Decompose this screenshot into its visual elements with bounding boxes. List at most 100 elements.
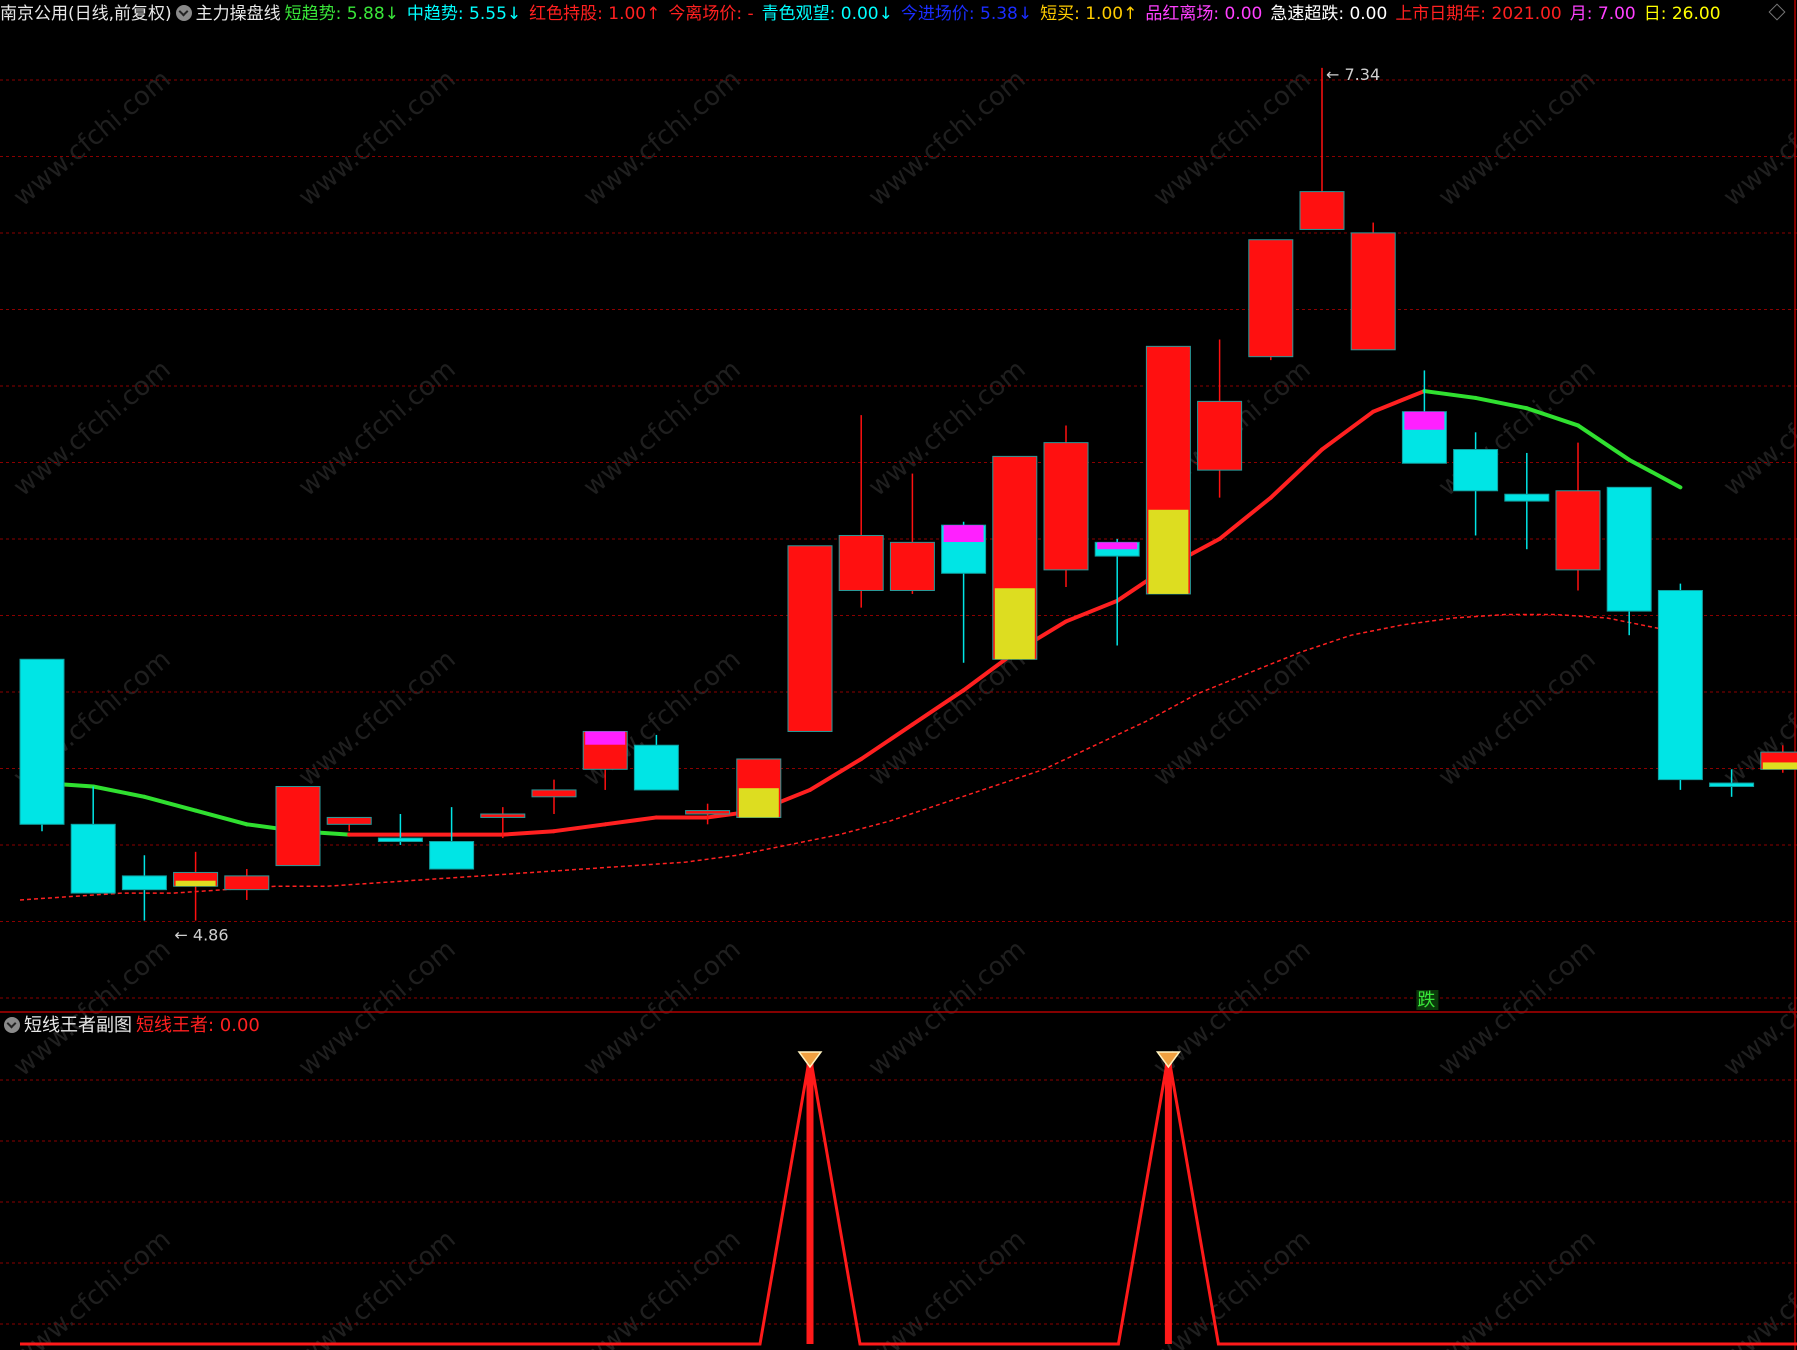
- candle-body: [1299, 191, 1345, 230]
- watermark-text: www.cfchi.com: [293, 644, 462, 792]
- sub-indicator-toggle-icon[interactable]: [4, 1017, 20, 1033]
- indicator-item: 今离场价: -: [668, 4, 754, 24]
- candle-body: [19, 658, 65, 825]
- indicator-item: 急速超跌: 0.00: [1270, 4, 1388, 24]
- candle-overlay: [1148, 509, 1189, 594]
- candle-overlay: [585, 731, 626, 745]
- ma-long-line: [19, 613, 1659, 901]
- ma-short-segment: [603, 815, 659, 827]
- high-price-label: ← 7.34: [1326, 65, 1380, 84]
- sub-indicator-title[interactable]: 短线王者副图: [24, 1015, 132, 1036]
- stock-name[interactable]: 南京公用: [0, 0, 68, 28]
- candle-body: [1657, 589, 1703, 781]
- watermark-text: www.cfchi.com: [1718, 64, 1797, 212]
- watermark-text: www.cfchi.com: [1148, 1224, 1317, 1350]
- indicator-item: 品红离场: 0.00: [1145, 4, 1263, 24]
- watermark-text: www.cfchi.com: [1433, 1224, 1602, 1350]
- watermark-text: www.cfchi.com: [8, 64, 177, 212]
- indicator-item: 短趋势: 5.88↓: [284, 4, 399, 24]
- candle-body: [429, 841, 475, 870]
- watermark-text: www.cfchi.com: [863, 934, 1032, 1082]
- candle-body: [326, 816, 372, 825]
- ma-short-segment: [1576, 423, 1632, 462]
- watermark-text: www.cfchi.com: [293, 354, 462, 502]
- watermark-text: www.cfchi.com: [863, 64, 1032, 212]
- ma-short-segment: [1422, 389, 1478, 400]
- ma-short-segment: [1064, 598, 1120, 624]
- candle-body: [889, 541, 935, 591]
- sub-indicator-label: 短线王者:: [136, 1015, 220, 1036]
- ma-short-segment: [552, 822, 608, 834]
- indicator-item: 红色持股: 1.00↑: [529, 4, 661, 24]
- ma-short-segment: [1473, 395, 1529, 411]
- watermark-text: www.cfchi.com: [1718, 1224, 1797, 1350]
- chart-canvas[interactable]: www.cfchi.com www.cfchi.com www.cfchi.com w…: [0, 0, 1797, 1350]
- candle-overlay: [1097, 542, 1138, 550]
- main-chart-header: 南京公用(日线,前复权) 主力操盘线 短趋势: 5.88↓ 中趋势: 5.55↓ 红色持…: [0, 0, 1797, 28]
- candle-body: [121, 875, 167, 891]
- candle-body: [1350, 232, 1396, 351]
- watermark-text: www.cfchi.com: [1718, 934, 1797, 1082]
- candle-body: [1555, 490, 1601, 571]
- watermark-text: www.cfchi.com: [578, 934, 747, 1082]
- ma-short-segment: [1371, 389, 1427, 414]
- ma-short-segment: [1217, 495, 1273, 541]
- watermark-text: www.cfchi.com: [8, 354, 177, 502]
- candle-body: [1043, 442, 1089, 571]
- watermark-text: www.cfchi.com: [1148, 644, 1317, 792]
- watermark-text: www.cfchi.com: [293, 934, 462, 1082]
- ma-short-segment: [1627, 457, 1683, 490]
- candle-body: [1504, 493, 1550, 502]
- ma-short-segment: [193, 808, 249, 827]
- signal-text: 跌: [1417, 990, 1435, 1011]
- watermark-text: www.cfchi.com: [863, 1224, 1032, 1350]
- candle-body: [1709, 782, 1755, 787]
- watermark-text: www.cfchi.com: [293, 64, 462, 212]
- ma-short-segment: [1320, 409, 1376, 452]
- candle-body: [633, 744, 679, 791]
- watermark-text: www.cfchi.com: [1433, 64, 1602, 212]
- indicator-values: 短趋势: 5.88↓ 中趋势: 5.55↓ 红色持股: 1.00↑ 今离场价: - 青色…: [285, 0, 1729, 28]
- candle-overlay: [738, 788, 779, 818]
- watermark-text: www.cfchi.com: [578, 1224, 747, 1350]
- indicator-item: 青色观望: 0.00↓: [761, 4, 893, 24]
- candle-overlay: [1762, 762, 1797, 770]
- candle-body: [1197, 400, 1243, 471]
- candle-body: [685, 810, 731, 815]
- indicator-item: 月: 7.00: [1569, 4, 1636, 24]
- indicator-item: 中趋势: 5.55↓: [406, 4, 522, 24]
- indicator-item: 日: 26.00: [1643, 4, 1721, 24]
- watermark-text: www.cfchi.com: [578, 64, 747, 212]
- watermark-text: www.cfchi.com: [1148, 64, 1317, 212]
- candle-body: [480, 813, 526, 818]
- indicator-toggle-icon[interactable]: [175, 5, 192, 21]
- ma-short-segment: [1268, 447, 1324, 500]
- watermark-text: www.cfchi.com: [8, 1224, 177, 1350]
- low-price-label: ← 4.86: [174, 926, 228, 945]
- candle-body: [275, 785, 321, 867]
- ma-short-segment: [142, 794, 198, 813]
- watermark-text: www.cfchi.com: [1718, 644, 1797, 792]
- candle-body: [1248, 239, 1294, 358]
- period-label[interactable]: (日线,前复权): [68, 0, 172, 28]
- watermark-text: www.cfchi.com: [1433, 644, 1602, 792]
- candle-body: [787, 545, 833, 732]
- candle-body: [377, 837, 423, 843]
- indicator-item: 短买: 1.00↑: [1040, 4, 1138, 24]
- sub-chart-header: 短线王者副图 短线王者: 0.00: [0, 1012, 260, 1040]
- indicator-name[interactable]: 主力操盘线: [196, 0, 281, 28]
- candle-body: [531, 789, 577, 798]
- watermark-text: www.cfchi.com: [1433, 934, 1602, 1082]
- ma-short-segment: [500, 829, 556, 837]
- watermark-text: www.cfchi.com: [293, 1224, 462, 1350]
- candle-body: [224, 875, 270, 891]
- watermark-text: www.cfchi.com: [8, 934, 177, 1082]
- indicator-item: 今进场价: 5.38↓: [900, 4, 1033, 24]
- candle-overlay: [994, 588, 1035, 660]
- candle-body: [1606, 486, 1652, 612]
- ma-short-segment: [91, 784, 147, 799]
- watermark-text: www.cfchi.com: [1718, 354, 1797, 502]
- candle-overlay: [175, 880, 216, 887]
- candle-body: [1453, 449, 1499, 492]
- candle-body: [70, 823, 116, 894]
